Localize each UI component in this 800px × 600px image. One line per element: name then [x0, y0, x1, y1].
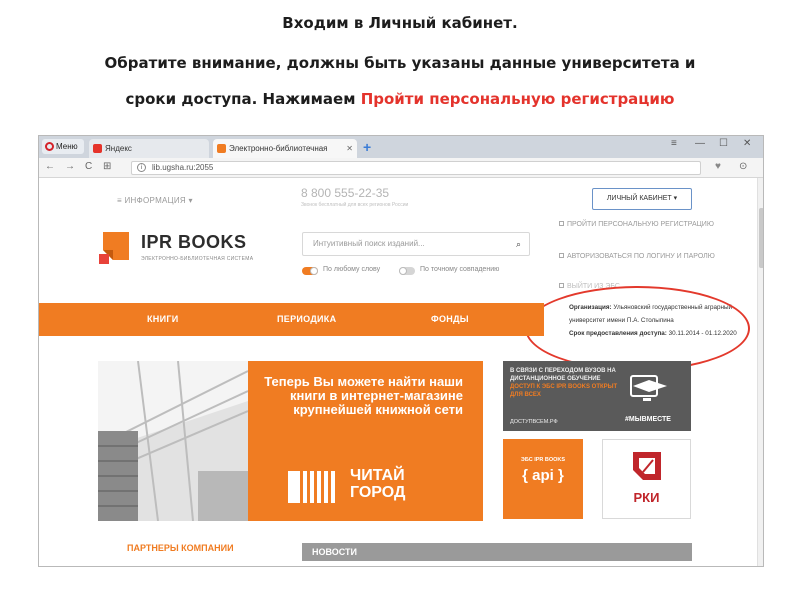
- minimize-icon[interactable]: —: [695, 138, 705, 149]
- api-small: ЭБС IPR BOOKS: [520, 457, 566, 463]
- instruction-plain: сроки доступа. Нажимаем: [125, 90, 361, 108]
- reload-icon[interactable]: C: [85, 161, 92, 172]
- api-big: { api }: [522, 467, 564, 484]
- phone-note: Звонок бесплатный для всех регионов Росс…: [301, 202, 409, 208]
- dropdown-item-login[interactable]: АВТОРИЗОВАТЬСЯ ПО ЛОГИНУ И ПАРОЛЮ: [559, 252, 734, 262]
- forward-icon[interactable]: →: [65, 161, 75, 172]
- logo-text: IPR BOOKS: [141, 232, 247, 252]
- search-placeholder: Интуитивный поиск изданий...: [313, 239, 425, 248]
- chitai-gorod-logo: ЧИТАЙ ГОРОД: [288, 467, 468, 507]
- dropdown-item-register[interactable]: ПРОЙТИ ПЕРСОНАЛЬНУЮ РЕГИСТРАЦИЮ: [559, 220, 734, 230]
- promo-text: В СВЯЗИ С ПЕРЕХОДОМ ВУЗОВ НА ДИСТАНЦИОНН…: [510, 367, 622, 399]
- toggle-exact-label: По точному совпадению: [420, 266, 500, 273]
- personal-cabinet-button[interactable]: ЛИЧНЫЙ КАБИНЕТ ▾: [592, 188, 692, 210]
- promo-text-2: ДОСТУП К ЭБС IPR BOOKS ОТКРЫТ ДЛЯ ВСЕХ: [510, 384, 618, 398]
- slide-instruction-line-2: Обратите внимание, должны быть указаны д…: [104, 54, 696, 72]
- new-tab-button[interactable]: +: [363, 139, 371, 155]
- bullet-icon: [559, 253, 564, 258]
- site-info-icon[interactable]: i: [137, 163, 146, 172]
- rki-label: РКИ: [633, 490, 660, 505]
- brand-line-2: ГОРОД: [350, 484, 406, 501]
- browser-menu-label: Меню: [56, 142, 78, 151]
- main-nav: КНИГИ ПЕРИОДИКА ФОНДЫ: [39, 303, 544, 336]
- highlight-ellipse: [525, 286, 750, 371]
- toggle-knob: [310, 267, 318, 275]
- tab-label: Электронно-библиотечная: [229, 144, 328, 153]
- banner-headline: Теперь Вы можете найти наши книги в инте…: [264, 374, 463, 417]
- maximize-icon[interactable]: ☐: [719, 138, 728, 149]
- dropdown-item-label: ПРОЙТИ ПЕРСОНАЛЬНУЮ РЕГИСТРАЦИЮ: [567, 221, 714, 228]
- instruction-accent: Пройти персональную регистрацию: [360, 90, 675, 108]
- url-text: lib.ugsha.ru:2055: [152, 163, 214, 172]
- tab-yandex[interactable]: Яндекс: [89, 139, 209, 158]
- home-icon[interactable]: ⊞: [103, 161, 111, 172]
- opera-logo-icon: [45, 142, 54, 151]
- rki-logo-icon: [633, 452, 661, 480]
- slide-title: Входим в Личный кабинет.: [282, 14, 518, 32]
- ipr-books-logo-icon: [99, 232, 129, 264]
- nav-periodicals[interactable]: ПЕРИОДИКА: [277, 303, 336, 336]
- search-input[interactable]: Интуитивный поиск изданий... ⌕: [302, 232, 530, 256]
- yandex-favicon-icon: [93, 144, 102, 153]
- rki-tile[interactable]: РКИ: [602, 439, 691, 519]
- distance-learning-promo[interactable]: В СВЯЗИ С ПЕРЕХОДОМ ВУЗОВ НА ДИСТАНЦИОНН…: [503, 361, 691, 431]
- tabs-menu-icon[interactable]: ≡: [671, 138, 677, 149]
- api-tile[interactable]: ЭБС IPR BOOKS { api }: [503, 439, 583, 519]
- scrollbar-thumb[interactable]: [759, 208, 763, 268]
- nav-books[interactable]: КНИГИ: [147, 303, 179, 336]
- graduation-cap-icon: [630, 375, 667, 401]
- info-menu[interactable]: ≡ ИНФОРМАЦИЯ ▾: [117, 196, 193, 205]
- tab-library[interactable]: Электронно-библиотечная ✕: [213, 139, 357, 158]
- brand-line-1: ЧИТАЙ: [350, 467, 405, 484]
- phone-number: 8 800 555-22-35: [301, 186, 390, 200]
- book-bars-icon: [288, 471, 335, 503]
- promo-site: ДОСТУПВСЕМ.РФ: [510, 419, 558, 425]
- url-input[interactable]: i lib.ugsha.ru:2055: [131, 161, 701, 175]
- tab-bar: Меню Яндекс Электронно-библиотечная ✕ + …: [39, 136, 763, 158]
- bookmark-heart-icon[interactable]: ♥: [715, 161, 721, 172]
- library-photo: [98, 361, 248, 521]
- logo-subtitle: ЭЛЕКТРОННО-БИБЛИОТЕЧНАЯ СИСТЕМА: [141, 256, 254, 262]
- downloads-icon[interactable]: ⊙: [739, 161, 747, 172]
- toggle-exact-match[interactable]: [399, 267, 415, 275]
- toggle-any-word-label: По любому слову: [323, 266, 381, 273]
- bullet-icon: [559, 221, 564, 226]
- close-window-icon[interactable]: ✕: [743, 138, 751, 149]
- browser-menu-button[interactable]: Меню: [42, 139, 84, 154]
- bullet-icon: [559, 283, 564, 288]
- promo-hashtag: #МЫВМЕСТЕ: [625, 416, 671, 423]
- news-heading[interactable]: НОВОСТИ: [302, 543, 692, 561]
- search-icon[interactable]: ⌕: [516, 233, 521, 255]
- back-icon[interactable]: ←: [45, 161, 55, 172]
- nav-funds[interactable]: ФОНДЫ: [431, 303, 469, 336]
- dropdown-item-label: АВТОРИЗОВАТЬСЯ ПО ЛОГИНУ И ПАРОЛЮ: [567, 253, 715, 260]
- address-bar: ← → C ⊞ i lib.ugsha.ru:2055 ♥ ⊙: [39, 158, 763, 178]
- chitai-gorod-banner[interactable]: Теперь Вы можете найти наши книги в инте…: [98, 361, 483, 521]
- browser-screenshot: Меню Яндекс Электронно-библиотечная ✕ + …: [38, 135, 764, 567]
- slide-instruction-line-3: сроки доступа. Нажимаем Пройти персональ…: [0, 90, 800, 108]
- toggle-knob: [399, 267, 407, 275]
- page-scrollbar[interactable]: [757, 178, 763, 566]
- partners-heading[interactable]: ПАРТНЕРЫ КОМПАНИИ: [127, 543, 234, 553]
- close-tab-icon[interactable]: ✕: [346, 139, 353, 158]
- ipr-favicon-icon: [217, 144, 226, 153]
- toggle-any-word[interactable]: [302, 267, 318, 275]
- tab-label: Яндекс: [105, 144, 132, 153]
- promo-text-1: В СВЯЗИ С ПЕРЕХОДОМ ВУЗОВ НА ДИСТАНЦИОНН…: [510, 368, 616, 382]
